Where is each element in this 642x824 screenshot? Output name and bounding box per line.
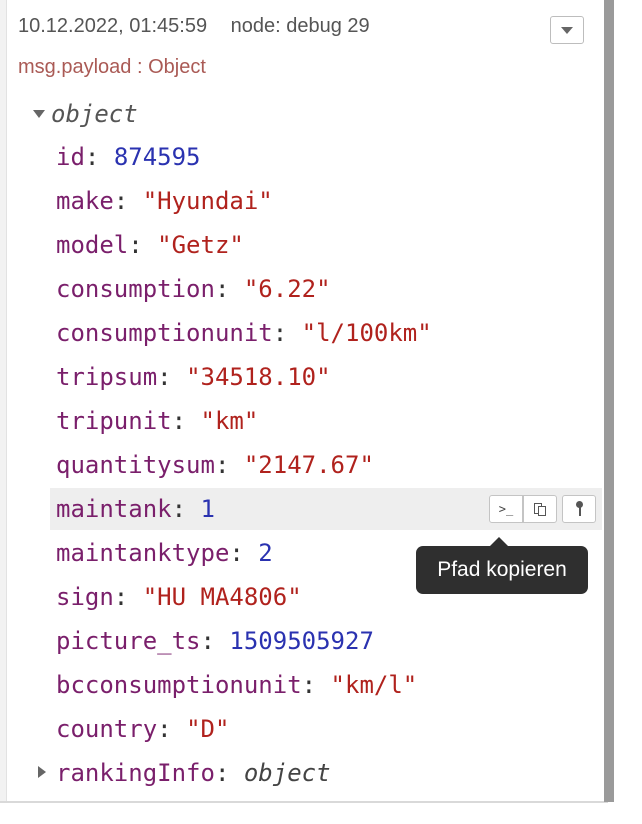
- property-row-consumptionunit[interactable]: consumptionunit: "l/100km": [50, 312, 602, 354]
- colon: :: [301, 671, 331, 699]
- property-row-id[interactable]: id: 874595: [50, 136, 602, 178]
- root-object-toggle[interactable]: object: [33, 100, 138, 128]
- row-tools: >_: [489, 495, 596, 523]
- property-row-country[interactable]: country: "D": [50, 708, 602, 750]
- colon: :: [214, 451, 244, 479]
- colon: :: [157, 363, 187, 391]
- clipboard-icon: [534, 502, 546, 516]
- property-key: id: [56, 143, 85, 171]
- property-value: "2147.67": [243, 451, 374, 479]
- colon: :: [84, 143, 114, 171]
- copy-path-tooltip: Pfad kopieren: [416, 537, 588, 594]
- property-key: consumptionunit: [56, 319, 273, 347]
- colon: :: [214, 275, 244, 303]
- property-key: tripunit: [56, 407, 172, 435]
- property-value: 1: [200, 495, 215, 523]
- property-key: model: [56, 231, 129, 259]
- property-row-picture-ts[interactable]: picture_ts: 1509505927: [50, 620, 602, 662]
- colon: :: [229, 539, 259, 567]
- message-meta: 10.12.2022, 01:45:59 node: debug 29: [18, 15, 388, 38]
- debug-message-panel: 10.12.2022, 01:45:59 node: debug 29 msg.…: [0, 0, 608, 803]
- property-key: bcconsumptionunit: [56, 671, 302, 699]
- colon: :: [113, 583, 143, 611]
- divider: [0, 801, 608, 803]
- property-value: "Getz": [157, 231, 244, 259]
- copy-value-button[interactable]: [523, 495, 557, 523]
- property-key: country: [56, 715, 158, 743]
- property-key: consumption: [56, 275, 215, 303]
- property-row-bcconsumptionunit[interactable]: bcconsumptionunit: "km/l": [50, 664, 602, 706]
- property-value: "6.22": [243, 275, 331, 303]
- property-row-quantitysum[interactable]: quantitysum: "2147.67": [50, 444, 602, 486]
- property-key: sign: [56, 583, 114, 611]
- property-row-maintank[interactable]: maintank: 1 >_: [50, 488, 602, 530]
- property-key: tripsum: [56, 363, 158, 391]
- property-value: "km/l": [330, 671, 418, 699]
- property-row-make[interactable]: make: "Hyundai": [50, 180, 602, 222]
- property-row-model[interactable]: model: "Getz": [50, 224, 602, 266]
- property-value: 2: [258, 539, 273, 567]
- colon: :: [200, 627, 230, 655]
- property-row-consumption[interactable]: consumption: "6.22": [50, 268, 602, 310]
- property-key: quantitysum: [56, 451, 215, 479]
- colon: :: [171, 407, 201, 435]
- property-key: rankingInfo: [56, 759, 215, 787]
- property-key: make: [56, 187, 114, 215]
- property-value: "D": [186, 715, 230, 743]
- message-timestamp: 10.12.2022, 01:45:59: [18, 15, 208, 37]
- colon: :: [113, 187, 143, 215]
- property-row-rankinginfo[interactable]: rankingInfo: object: [50, 752, 602, 794]
- property-value: 1509505927: [229, 627, 374, 655]
- message-path[interactable]: msg.payload : Object: [18, 56, 206, 79]
- colon: :: [157, 715, 187, 743]
- message-menu-button[interactable]: [550, 16, 584, 44]
- scrollbar[interactable]: [604, 0, 614, 802]
- colon: :: [128, 231, 158, 259]
- colon: :: [171, 495, 201, 523]
- property-key: picture_ts: [56, 627, 201, 655]
- property-value: "34518.10": [186, 363, 331, 391]
- colon: :: [272, 319, 302, 347]
- left-border: [0, 0, 7, 802]
- property-value: "km": [200, 407, 259, 435]
- property-key: maintank: [56, 495, 172, 523]
- root-object-type: object: [51, 100, 138, 128]
- property-row-tripunit[interactable]: tripunit: "km": [50, 400, 602, 442]
- colon: :: [214, 759, 244, 787]
- caret-down-icon: [33, 110, 45, 118]
- caret-right-icon[interactable]: [38, 766, 46, 778]
- terminal-icon: >_: [498, 502, 514, 516]
- property-value: "Hyundai": [142, 187, 273, 215]
- pin-button[interactable]: [562, 495, 596, 523]
- property-value: "l/100km": [301, 319, 432, 347]
- property-key: maintanktype: [56, 539, 230, 567]
- tooltip-text: Pfad kopieren: [437, 558, 567, 581]
- message-node-name[interactable]: node: debug 29: [231, 15, 370, 37]
- chevron-down-icon: [561, 26, 573, 34]
- tooltip-arrow: [490, 537, 508, 546]
- pin-icon: [574, 501, 584, 517]
- property-value: 874595: [113, 143, 201, 171]
- property-value: "HU MA4806": [142, 583, 302, 611]
- property-row-tripsum[interactable]: tripsum: "34518.10": [50, 356, 602, 398]
- property-value: object: [243, 759, 331, 787]
- copy-path-button[interactable]: >_: [489, 495, 523, 523]
